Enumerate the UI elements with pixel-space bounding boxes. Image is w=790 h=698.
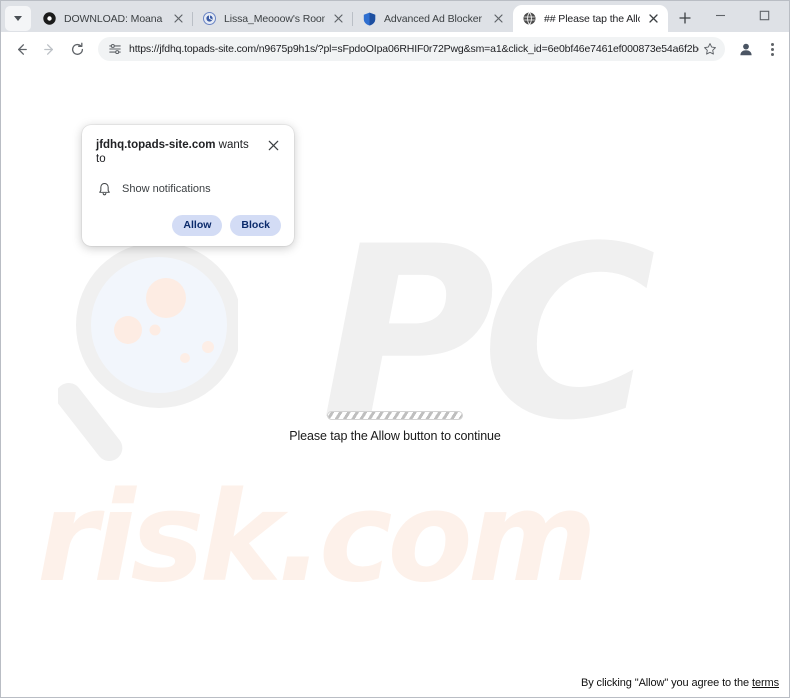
chaturbate-icon (202, 11, 217, 26)
permission-actions: Allow Block (96, 214, 281, 236)
progress-stripes (328, 412, 462, 419)
tune-icon[interactable] (106, 41, 123, 58)
address-bar-url[interactable]: https://jfdhq.topads-site.com/n9675p9h1s… (129, 43, 699, 55)
page-viewport: PC risk.com Please tap the Allow button … (1, 66, 789, 697)
tab-title: Lissa_Meooow's Room @ Cha (224, 12, 325, 25)
profile-avatar-icon[interactable] (733, 36, 759, 62)
tab-title: ## Please tap the Allow button (544, 12, 640, 25)
browser-tab-1[interactable]: DOWNLOAD: Moana 2 (2024) (33, 5, 193, 32)
watermark-risk: risk.com (37, 466, 597, 610)
permission-row: Show notifications (96, 181, 281, 198)
tab-close-button[interactable] (645, 10, 662, 27)
address-bar[interactable]: https://jfdhq.topads-site.com/n9675p9h1s… (98, 37, 725, 61)
tab-title: Advanced Ad Blocker (384, 12, 482, 25)
forward-button[interactable] (35, 35, 63, 63)
tab-title: DOWNLOAD: Moana 2 (2024) (64, 12, 165, 25)
instruction-text: Please tap the Allow button to continue (289, 429, 501, 443)
browser-toolbar: https://jfdhq.topads-site.com/n9675p9h1s… (1, 32, 789, 66)
terms-link[interactable]: terms (752, 677, 779, 689)
tab-strip: DOWNLOAD: Moana 2 (2024) Lissa_Meooow's … (1, 1, 789, 32)
close-icon[interactable] (265, 137, 281, 153)
back-button[interactable] (7, 35, 35, 63)
footer-terms-text: By clicking "Allow" you agree to the (580, 677, 752, 689)
chevron-down-icon (14, 16, 22, 21)
window-maximize-button[interactable] (742, 1, 786, 30)
footer-terms: By clicking "Allow" you agree to the ter… (581, 677, 779, 689)
tab-close-button[interactable] (490, 10, 507, 27)
dark-circle-icon (42, 11, 57, 26)
browser-tab-4-active[interactable]: ## Please tap the Allow button (513, 5, 668, 32)
loading-progress-bar (327, 411, 463, 420)
new-tab-button[interactable] (672, 5, 698, 31)
permission-title: jfdhq.topads-site.com wants to (96, 138, 265, 167)
toolbar-right-actions (731, 36, 783, 62)
permission-label: Show notifications (122, 183, 211, 196)
tab-search-button[interactable] (5, 6, 31, 31)
three-dot-menu-icon[interactable] (761, 36, 783, 62)
menu-dots (770, 42, 774, 56)
window-close-button[interactable] (786, 1, 790, 30)
reload-button[interactable] (63, 35, 91, 63)
star-icon[interactable] (699, 38, 721, 60)
block-button[interactable]: Block (230, 214, 281, 236)
permission-header: jfdhq.topads-site.com wants to (96, 138, 281, 167)
browser-tab-2[interactable]: Lissa_Meooow's Room @ Cha (193, 5, 353, 32)
browser-tab-3[interactable]: Advanced Ad Blocker (353, 5, 513, 32)
bell-icon (96, 181, 113, 198)
notification-permission-dialog: jfdhq.topads-site.com wants to Show noti… (82, 125, 294, 246)
loading-block: Please tap the Allow button to continue (1, 411, 789, 443)
permission-origin: jfdhq.topads-site.com (96, 139, 216, 151)
window-minimize-button[interactable] (698, 1, 742, 30)
blue-shield-icon (362, 11, 377, 26)
allow-button[interactable]: Allow (172, 214, 223, 236)
window-controls (698, 1, 790, 32)
tab-close-button[interactable] (330, 10, 347, 27)
tab-close-button[interactable] (170, 10, 187, 27)
globe-icon (522, 11, 537, 26)
browser-window: DOWNLOAD: Moana 2 (2024) Lissa_Meooow's … (0, 0, 790, 698)
